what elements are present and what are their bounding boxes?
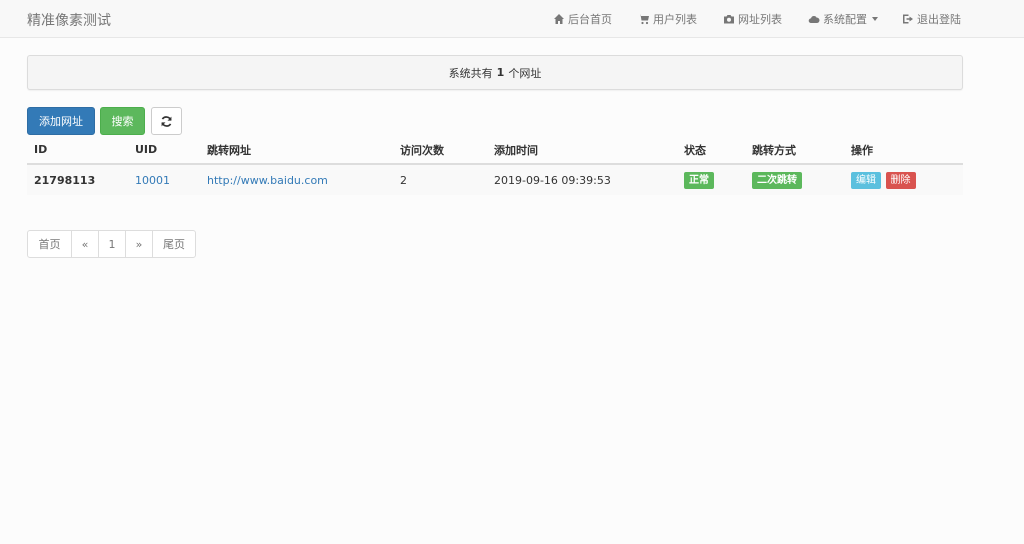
nav-logout[interactable]: 退出登陆 — [902, 11, 961, 27]
brand-title[interactable]: 精准像素测试 — [27, 10, 111, 30]
summary-suffix: 个网址 — [508, 66, 542, 80]
pagination-page-1[interactable]: 1 — [98, 231, 125, 257]
url-table: ID UID 跳转网址 访问次数 添加时间 状态 跳转方式 操作 2179811… — [27, 136, 963, 195]
column-header-visits: 访问次数 — [393, 136, 487, 165]
column-header-uid: UID — [128, 136, 200, 165]
pagination-first[interactable]: 首页 — [28, 231, 71, 257]
logout-icon — [903, 14, 913, 24]
cell-mode: 二次跳转 — [745, 163, 844, 195]
cell-visits: 2 — [393, 163, 487, 195]
column-header-added: 添加时间 — [487, 136, 677, 165]
cell-actions: 编辑 删除 — [844, 163, 963, 195]
edit-button[interactable]: 编辑 — [851, 171, 881, 189]
cell-status: 正常 — [677, 163, 745, 195]
pagination-last[interactable]: 尾页 — [152, 231, 195, 257]
table-header-row: ID UID 跳转网址 访问次数 添加时间 状态 跳转方式 操作 — [27, 136, 963, 165]
uid-link[interactable]: 10001 — [135, 174, 170, 187]
nav-users[interactable]: 用户列表 — [638, 11, 697, 27]
shopping-cart-icon — [638, 14, 649, 25]
redirect-url-link[interactable]: http://www.baidu.com — [207, 174, 328, 187]
top-navbar: 精准像素测试 后台首页 用户列表 网址列表 系统配置 退出登陆 — [0, 0, 1024, 38]
cloud-icon — [808, 15, 820, 23]
cell-added: 2019-09-16 09:39:53 — [487, 163, 677, 195]
nav-users-label: 用户列表 — [653, 13, 697, 26]
cell-url: http://www.baidu.com — [200, 163, 393, 195]
redirect-mode-badge: 二次跳转 — [752, 171, 802, 189]
summary-count: 1 — [496, 66, 505, 79]
cell-id: 21798113 — [27, 163, 128, 195]
table-row: 21798113 10001 http://www.baidu.com 2 20… — [27, 163, 963, 195]
nav-home[interactable]: 后台首页 — [553, 11, 612, 27]
caret-down-icon — [872, 17, 878, 21]
summary-prefix: 系统共有 — [448, 66, 493, 80]
pagination: 首页 « 1 » 尾页 — [27, 230, 196, 258]
add-url-button[interactable]: 添加网址 — [27, 107, 95, 135]
cell-uid: 10001 — [128, 163, 200, 195]
pagination-next[interactable]: » — [125, 231, 152, 257]
column-header-status: 状态 — [677, 136, 745, 165]
refresh-button[interactable] — [151, 107, 182, 135]
home-icon — [554, 14, 564, 24]
camera-icon — [724, 15, 734, 24]
delete-button[interactable]: 删除 — [885, 171, 916, 189]
column-header-actions: 操作 — [844, 136, 963, 165]
column-header-mode: 跳转方式 — [745, 136, 844, 165]
nav-config-label: 系统配置 — [823, 13, 867, 26]
nav-urls-label: 网址列表 — [738, 13, 782, 26]
column-header-id: ID — [27, 136, 128, 165]
column-header-url: 跳转网址 — [200, 136, 393, 165]
nav-config[interactable]: 系统配置 — [808, 11, 878, 27]
pagination-prev[interactable]: « — [71, 231, 98, 257]
summary-panel: 系统共有 1 个网址 — [27, 55, 963, 90]
search-button[interactable]: 搜索 — [100, 107, 145, 135]
status-badge: 正常 — [684, 171, 714, 189]
nav-urls[interactable]: 网址列表 — [723, 11, 782, 27]
nav-home-label: 后台首页 — [568, 13, 612, 26]
nav-logout-label: 退出登陆 — [917, 13, 961, 26]
refresh-icon — [161, 115, 172, 127]
